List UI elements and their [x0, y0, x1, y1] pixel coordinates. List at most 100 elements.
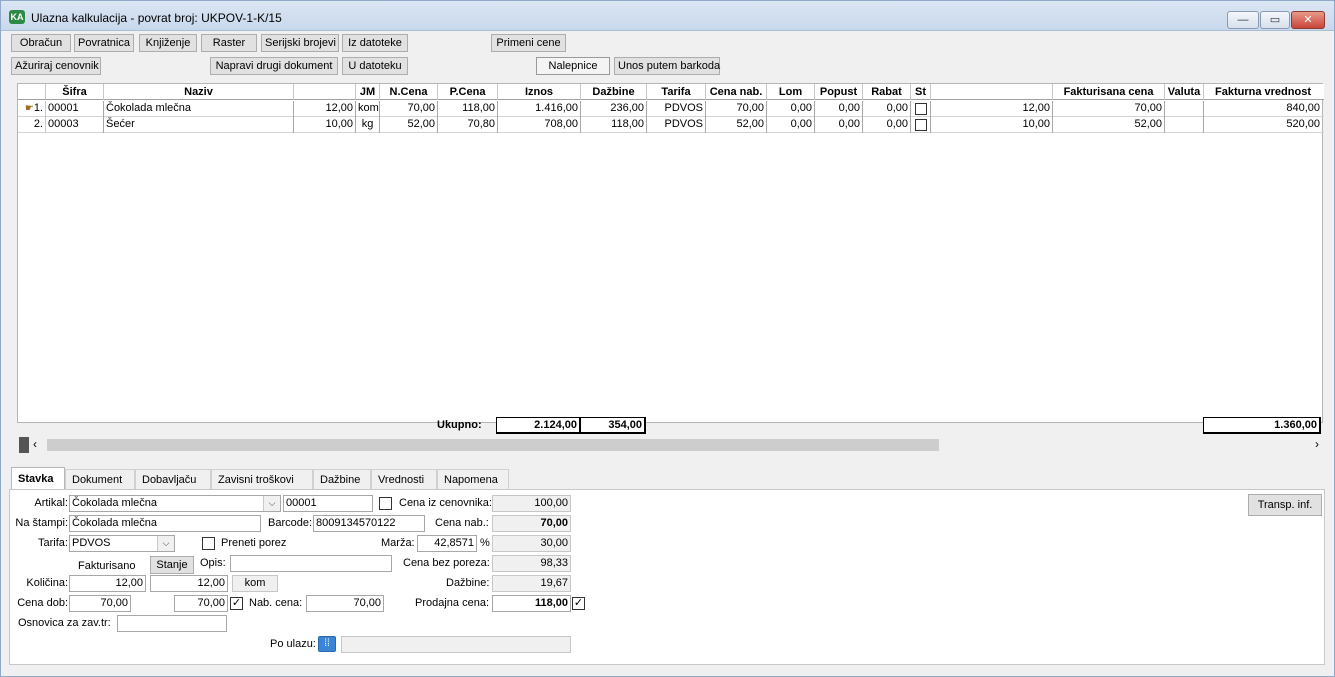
chevron-down-icon[interactable]: ⌵: [263, 496, 280, 511]
scroll-left-icon[interactable]: ‹: [33, 437, 37, 451]
cell-iznos[interactable]: 1.416,00: [498, 101, 581, 117]
col-jm[interactable]: JM: [356, 84, 380, 100]
opis-field[interactable]: [230, 555, 392, 572]
col-popust[interactable]: Popust: [815, 84, 863, 100]
col-rabat[interactable]: Rabat: [863, 84, 911, 100]
stanje-button[interactable]: Stanje: [150, 556, 194, 574]
marza-percent-field[interactable]: 42,8571: [417, 535, 477, 552]
obracun-button[interactable]: Obračun: [11, 34, 71, 52]
kolicina-fakt-field[interactable]: 12,00: [69, 575, 146, 592]
cell-kolicina-2[interactable]: 10,00: [931, 117, 1053, 133]
cell-lom[interactable]: 0,00: [767, 101, 815, 117]
col-sifra[interactable]: Šifra: [46, 84, 104, 100]
cell-rabat[interactable]: 0,00: [863, 117, 911, 133]
col-naziv[interactable]: Naziv: [104, 84, 294, 100]
cell-st[interactable]: [911, 101, 931, 117]
nab-cena-field[interactable]: 70,00: [306, 595, 384, 612]
minimize-button[interactable]: —: [1227, 11, 1259, 29]
table-row[interactable]: 2. 00003 Šećer 10,00 kg 52,00 70,80 708,…: [18, 117, 1324, 133]
st-checkbox[interactable]: [914, 102, 927, 115]
raster-button[interactable]: Raster: [201, 34, 257, 52]
col-iznos[interactable]: Iznos: [498, 84, 581, 100]
cell-valuta[interactable]: [1165, 101, 1204, 117]
col-pcena[interactable]: P.Cena: [438, 84, 498, 100]
u-datoteku-button[interactable]: U datoteku: [342, 57, 408, 75]
cena-dob-fakt-field[interactable]: 70,00: [69, 595, 131, 612]
cell-jm[interactable]: kg: [356, 117, 380, 133]
povratnica-button[interactable]: Povratnica: [74, 34, 134, 52]
preneti-porez-checkbox[interactable]: [202, 537, 215, 550]
barkod-button[interactable]: Unos putem barkoda: [614, 57, 720, 75]
artikal-combo[interactable]: Čokolada mlečna ⌵: [69, 495, 281, 512]
cell-kolicina[interactable]: 10,00: [294, 117, 356, 133]
cena-dob-checkbox[interactable]: ✓: [230, 597, 243, 610]
maximize-button[interactable]: ▭: [1260, 11, 1290, 29]
scrollbar-thumb[interactable]: [47, 439, 939, 451]
kolicina-stanje-field[interactable]: 12,00: [150, 575, 228, 592]
tab-napomena[interactable]: Napomena: [437, 469, 509, 489]
col-dazbine[interactable]: Dažbine: [581, 84, 647, 100]
cell-kolicina[interactable]: 12,00: [294, 101, 356, 117]
cell-fakturisana-cena[interactable]: 52,00: [1053, 117, 1165, 133]
serijski-brojevi-button[interactable]: Serijski brojevi: [261, 34, 339, 52]
cena-iz-cenovnika-checkbox[interactable]: [379, 497, 392, 510]
cell-ncena[interactable]: 52,00: [380, 117, 438, 133]
prodajna-cena-checkbox[interactable]: ✓: [572, 597, 585, 610]
col-kolicina-2[interactable]: [931, 84, 1053, 100]
col-kolicina[interactable]: [294, 84, 356, 100]
cell-popust[interactable]: 0,00: [815, 117, 863, 133]
close-button[interactable]: ✕: [1291, 11, 1325, 29]
osnovica-field[interactable]: [117, 615, 227, 632]
cell-cena-nab[interactable]: 52,00: [706, 117, 767, 133]
table-row[interactable]: ☛1. 00001 Čokolada mlečna 12,00 kom 70,0…: [18, 101, 1324, 117]
st-checkbox[interactable]: [914, 118, 927, 131]
cell-tarifa[interactable]: PDVOS: [647, 101, 706, 117]
knjizenje-button[interactable]: Knjiženje: [139, 34, 197, 52]
tarifa-combo[interactable]: PDVOS ⌵: [69, 535, 175, 552]
tab-dokument[interactable]: Dokument: [65, 469, 135, 489]
cell-sifra[interactable]: 00001: [46, 101, 104, 117]
cell-cena-nab[interactable]: 70,00: [706, 101, 767, 117]
col-valuta[interactable]: Valuta: [1165, 84, 1204, 100]
cell-naziv[interactable]: Šećer: [104, 117, 294, 133]
cell-rabat[interactable]: 0,00: [863, 101, 911, 117]
primeni-cene-button[interactable]: Primeni cene: [491, 34, 566, 52]
cell-ncena[interactable]: 70,00: [380, 101, 438, 117]
artikal-code-field[interactable]: 00001: [283, 495, 373, 512]
napravi-drugi-dokument-button[interactable]: Napravi drugi dokument: [210, 57, 338, 75]
iz-datoteke-button[interactable]: Iz datoteke: [342, 34, 408, 52]
cell-lom[interactable]: 0,00: [767, 117, 815, 133]
tab-dobavljacu[interactable]: Dobavljaču: [135, 469, 211, 489]
cell-tarifa[interactable]: PDVOS: [647, 117, 706, 133]
cena-dob-field[interactable]: 70,00: [174, 595, 228, 612]
cell-fakturisana-cena[interactable]: 70,00: [1053, 101, 1165, 117]
tab-zavisni-troskovi[interactable]: Zavisni troškovi: [211, 469, 313, 489]
cell-sifra[interactable]: 00003: [46, 117, 104, 133]
col-cena-nab[interactable]: Cena nab.: [706, 84, 767, 100]
prodajna-cena-field[interactable]: 118,00: [492, 595, 571, 612]
cell-pcena[interactable]: 118,00: [438, 101, 498, 117]
cell-iznos[interactable]: 708,00: [498, 117, 581, 133]
col-ncena[interactable]: N.Cena: [380, 84, 438, 100]
cell-popust[interactable]: 0,00: [815, 101, 863, 117]
horizontal-scrollbar[interactable]: ‹ ›: [29, 437, 1325, 453]
transp-inf-button[interactable]: Transp. inf.: [1248, 494, 1322, 516]
col-fakturisana-cena[interactable]: Fakturisana cena: [1053, 84, 1165, 100]
nalepnice-button[interactable]: Nalepnice: [536, 57, 610, 75]
azuriraj-cenovnik-button[interactable]: Ažuriraj cenovnik: [11, 57, 101, 75]
grid-dots-icon[interactable]: ⁞⁞: [318, 636, 336, 652]
cell-jm[interactable]: kom: [356, 101, 380, 117]
barcode-field[interactable]: 8009134570122: [313, 515, 425, 532]
cell-naziv[interactable]: Čokolada mlečna: [104, 101, 294, 117]
items-grid[interactable]: Šifra Naziv JM N.Cena P.Cena Iznos Dažbi…: [17, 83, 1324, 423]
cell-fakturna-vrednost[interactable]: 520,00: [1204, 117, 1322, 133]
cell-kolicina-2[interactable]: 12,00: [931, 101, 1053, 117]
grid-splitter[interactable]: [19, 437, 29, 453]
na-stampi-field[interactable]: Čokolada mlečna: [69, 515, 261, 532]
col-st[interactable]: St: [911, 84, 931, 100]
col-lom[interactable]: Lom: [767, 84, 815, 100]
cell-st[interactable]: [911, 117, 931, 133]
cell-dazbine[interactable]: 236,00: [581, 101, 647, 117]
cell-dazbine[interactable]: 118,00: [581, 117, 647, 133]
tab-vrednosti[interactable]: Vrednosti: [371, 469, 437, 489]
